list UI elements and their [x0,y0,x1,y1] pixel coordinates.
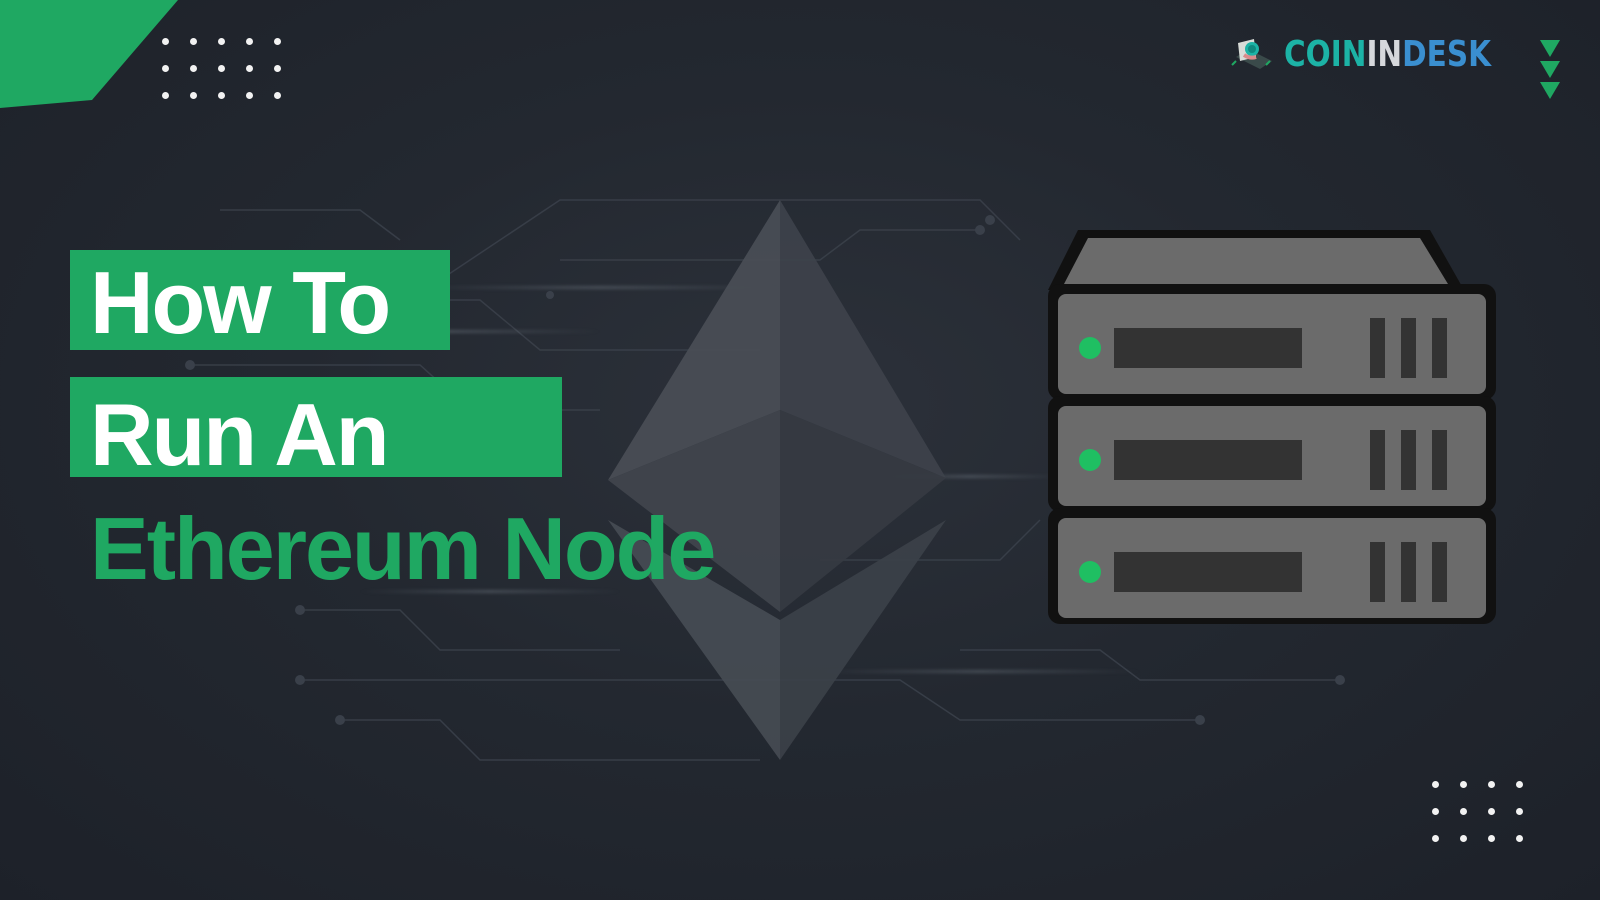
server-unit [1048,508,1496,624]
server-unit [1048,396,1496,512]
status-led [1079,337,1101,359]
status-led [1079,561,1101,583]
server-rack-icon [1048,230,1496,624]
status-led [1079,449,1101,471]
title-line2: Run An [90,385,390,484]
server-unit [1048,284,1496,400]
title-line1: How To [90,253,391,352]
title-line3: Ethereum Node [90,499,716,598]
